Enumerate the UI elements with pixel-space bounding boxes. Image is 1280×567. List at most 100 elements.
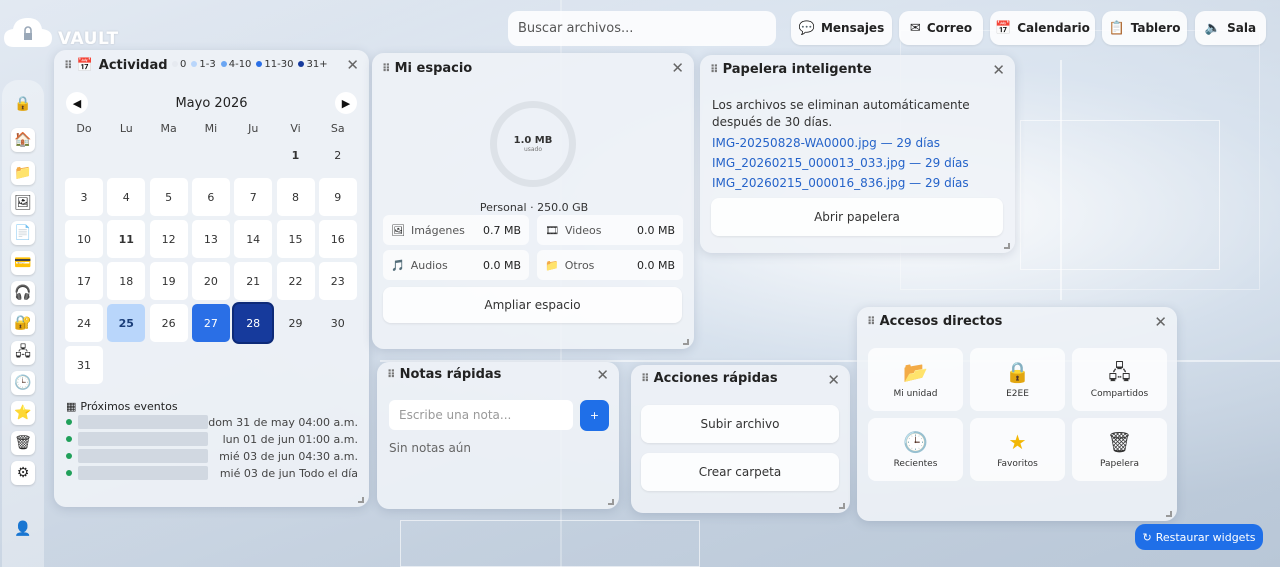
event-item[interactable]: mié 03 de jun 04:30 a.m.	[66, 448, 358, 464]
event-item[interactable]: dom 31 de may 04:00 a.m.	[66, 414, 358, 430]
calendar-day[interactable]: 15	[276, 220, 315, 258]
calendar-day[interactable]: 18	[107, 262, 146, 300]
note-input[interactable]	[389, 400, 573, 430]
resize-handle[interactable]	[1166, 511, 1172, 517]
room-button[interactable]: 🔈 Sala	[1195, 11, 1266, 45]
resize-handle[interactable]	[683, 339, 689, 345]
close-icon[interactable]: ✕	[346, 56, 359, 74]
create-folder-button[interactable]: Crear carpeta	[641, 453, 839, 491]
drag-handle-icon[interactable]: ⠿	[710, 63, 718, 76]
music-icon: 🎵	[391, 258, 405, 272]
calendar-day[interactable]: 6	[191, 178, 230, 216]
calendar-day[interactable]: 24	[65, 304, 103, 342]
chevron-right-icon: ▶	[341, 96, 351, 110]
drag-handle-icon[interactable]: ⠿	[382, 62, 390, 75]
calendar-day[interactable]: 11	[107, 220, 146, 258]
padlock-icon[interactable]: 🔐	[11, 311, 35, 335]
expand-storage-button[interactable]: Ampliar espacio	[383, 287, 682, 323]
shared-icon[interactable]: 🖧	[11, 341, 35, 365]
calendar-day[interactable]: 10	[65, 220, 103, 258]
event-item[interactable]: mié 03 de jun Todo el día	[66, 465, 358, 481]
close-icon[interactable]: ✕	[992, 61, 1005, 79]
calendar-day[interactable]: 2	[319, 136, 357, 174]
category-audio[interactable]: 🎵 Audios 0.0 MB	[383, 250, 529, 280]
image-icon[interactable]: 🖼	[11, 191, 35, 215]
calendar-day[interactable]: 14	[234, 220, 273, 258]
speaker-icon: 🔈	[1204, 20, 1222, 36]
category-videos[interactable]: 🎞 Videos 0.0 MB	[537, 215, 683, 245]
drag-handle-icon[interactable]: ⠿	[867, 315, 875, 328]
add-note-button[interactable]: +	[580, 400, 609, 431]
user-icon[interactable]: 👤	[11, 517, 35, 541]
calendar-day[interactable]: 23	[318, 262, 357, 300]
shortcut-favorites[interactable]: ★ Favoritos	[970, 418, 1065, 481]
shortcut-trash[interactable]: 🗑 Papelera	[1072, 418, 1167, 481]
calendar-day[interactable]: 29	[277, 304, 315, 342]
calendar-day[interactable]: 30	[319, 304, 357, 342]
close-icon[interactable]: ✕	[827, 371, 840, 389]
event-item[interactable]: lun 01 de jun 01:00 a.m.	[66, 431, 358, 447]
calendar-day[interactable]: 28	[234, 304, 273, 342]
resize-handle[interactable]	[1004, 243, 1010, 249]
calendar-day[interactable]: 13	[191, 220, 230, 258]
calendar-day[interactable]: 9	[318, 178, 357, 216]
calendar-day[interactable]: 21	[234, 262, 273, 300]
close-icon[interactable]: ✕	[596, 366, 609, 384]
document-icon[interactable]: 📄	[11, 221, 35, 245]
category-images[interactable]: 🖼 Imágenes 0.7 MB	[383, 215, 529, 245]
calendar-day[interactable]: 7	[234, 178, 273, 216]
calendar-button[interactable]: 📅 Calendario	[990, 11, 1095, 45]
drag-handle-icon[interactable]: ⠿	[387, 368, 395, 381]
calendar-day[interactable]: 1	[277, 136, 315, 174]
shortcut-my-drive[interactable]: 📂 Mi unidad	[868, 348, 963, 411]
resize-handle[interactable]	[839, 503, 845, 509]
events-header: ▦ Próximos eventos	[66, 400, 178, 413]
calendar-day[interactable]: 16	[318, 220, 357, 258]
card-icon[interactable]: 💳	[11, 251, 35, 275]
trash-icon[interactable]: 🗑	[11, 431, 35, 455]
trash-file-link[interactable]: IMG_20260215_000013_033.jpg — 29 días	[712, 156, 969, 170]
calendar-day[interactable]: 5	[149, 178, 188, 216]
calendar-day[interactable]: 19	[149, 262, 188, 300]
calendar-day[interactable]: 20	[191, 262, 230, 300]
calendar-day[interactable]: 3	[65, 178, 103, 216]
lock-icon[interactable]: 🔒	[11, 92, 35, 116]
next-month-button[interactable]: ▶	[335, 92, 357, 114]
category-other[interactable]: 📁 Otros 0.0 MB	[537, 250, 683, 280]
settings-icon[interactable]: ⚙	[11, 461, 35, 485]
calendar-day[interactable]: 8	[276, 178, 315, 216]
resize-handle[interactable]	[358, 497, 364, 503]
restore-widgets-button[interactable]: ↻ Restaurar widgets	[1135, 524, 1263, 550]
calendar-day[interactable]: 31	[65, 346, 103, 384]
widget-title: Accesos directos	[879, 314, 1003, 329]
shortcut-recent[interactable]: 🕒 Recientes	[868, 418, 963, 481]
home-icon[interactable]: 🏠	[11, 128, 35, 152]
upload-file-button[interactable]: Subir archivo	[641, 405, 839, 443]
calendar-day[interactable]: 25	[107, 304, 146, 342]
resize-handle[interactable]	[608, 499, 614, 505]
calendar-day[interactable]: 4	[107, 178, 146, 216]
board-button[interactable]: 📋 Tablero	[1102, 11, 1187, 45]
calendar-day[interactable]: 26	[149, 304, 188, 342]
mail-button[interactable]: ✉ Correo	[899, 11, 983, 45]
app-logo[interactable]: VAULT	[2, 14, 132, 50]
trash-file-link[interactable]: IMG-20250828-WA0000.jpg — 29 días	[712, 136, 940, 150]
search-input[interactable]	[508, 11, 776, 46]
close-icon[interactable]: ✕	[1154, 313, 1167, 331]
calendar-day[interactable]: 12	[149, 220, 188, 258]
close-icon[interactable]: ✕	[671, 59, 684, 77]
messages-button[interactable]: 💬 Mensajes	[791, 11, 892, 45]
open-trash-button[interactable]: Abrir papelera	[711, 198, 1003, 236]
star-icon[interactable]: ⭐	[11, 401, 35, 425]
folder-icon[interactable]: 📁	[11, 161, 35, 185]
headphones-icon[interactable]: 🎧	[11, 281, 35, 305]
shortcut-e2ee[interactable]: 🔒 E2EE	[970, 348, 1065, 411]
calendar-day[interactable]: 27	[191, 304, 230, 342]
calendar-day[interactable]: 17	[65, 262, 103, 300]
drag-handle-icon[interactable]: ⠿	[64, 59, 72, 72]
trash-file-link[interactable]: IMG_20260215_000016_836.jpg — 29 días	[712, 176, 969, 190]
calendar-day[interactable]: 22	[276, 262, 315, 300]
shortcut-shared[interactable]: 🖧 Compartidos	[1072, 348, 1167, 411]
clock-icon[interactable]: 🕒	[11, 371, 35, 395]
drag-handle-icon[interactable]: ⠿	[641, 372, 649, 385]
